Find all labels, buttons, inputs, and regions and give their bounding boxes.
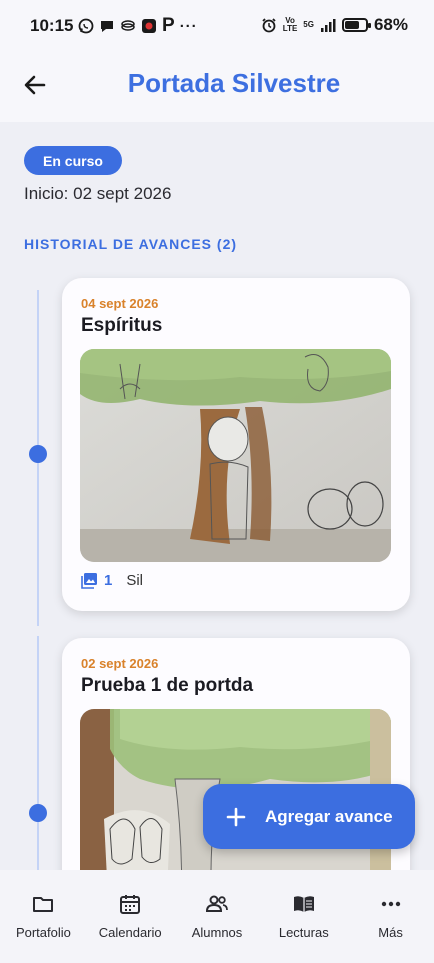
system-icons: Vo LTE 5G 68%: [261, 15, 408, 35]
status-time: 10:15: [30, 16, 74, 35]
bottom-navigation: Portafolio Calendario Alumnos Lecturas M…: [0, 870, 434, 963]
nav-label: Calendario: [98, 925, 162, 940]
whatsapp-icon: [78, 18, 94, 34]
battery-percent: 68%: [373, 15, 408, 34]
nav-item-mas[interactable]: Más: [347, 870, 434, 963]
network-5g-indicator: 5G: [303, 20, 314, 29]
nav-item-alumnos[interactable]: Alumnos: [174, 870, 261, 963]
nav-label: Lecturas: [278, 925, 329, 940]
image-icon: [81, 573, 97, 589]
battery-icon: [341, 18, 371, 32]
project-detail[interactable]: En curso Inicio: 02 sept 2026 HISTORIAL …: [0, 122, 434, 870]
nav-item-portafolio[interactable]: Portafolio: [0, 870, 87, 963]
page-title: Portada Silvestre: [127, 68, 341, 98]
students-icon: [205, 895, 228, 912]
entry-meta: 1 Sil: [81, 572, 143, 589]
alarm-icon: [262, 18, 276, 33]
nav-label: Alumnos: [191, 925, 243, 940]
calendar-icon: [120, 895, 141, 914]
folder-icon: [33, 897, 54, 912]
p-app-icon: P: [162, 15, 175, 36]
more-notifications-icon: ···: [179, 17, 198, 35]
entry-title: Prueba 1 de portda: [81, 675, 254, 696]
entry-title: Espíritus: [81, 315, 163, 336]
chat-bubble-icon: [101, 21, 113, 32]
more-icon: [381, 901, 400, 907]
timeline-line: [37, 636, 39, 870]
layers-icon: [121, 20, 135, 31]
entry-author: Sil: [126, 572, 144, 589]
volte-indicator: Vo LTE: [282, 16, 298, 33]
status-bar: 10:15 P ··· Vo LTE 5G 68%: [0, 0, 434, 52]
entry-date: 02 sept 2026: [81, 656, 159, 671]
status-badge: En curso: [24, 146, 122, 175]
book-icon: [293, 896, 314, 912]
app-bar: Portada Silvestre: [0, 52, 434, 122]
signal-icon: [320, 19, 336, 32]
timeline-dot: [29, 445, 47, 463]
start-date: Inicio: 02 sept 2026: [24, 184, 172, 203]
nav-label: Más: [378, 925, 403, 940]
add-progress-label: Agregar avance: [265, 806, 393, 826]
nav-item-lecturas[interactable]: Lecturas: [260, 870, 347, 963]
add-progress-button[interactable]: Agregar avance: [203, 784, 415, 849]
timeline-dot: [29, 804, 47, 822]
nav-label: Portafolio: [15, 925, 71, 940]
nav-item-calendario[interactable]: Calendario: [87, 870, 174, 963]
app-notification-icon: [142, 19, 156, 33]
entry-date: 04 sept 2026: [81, 296, 159, 311]
plus-icon: [226, 807, 246, 826]
photo-count: 1: [104, 572, 113, 589]
section-title: HISTORIAL DE AVANCES (2): [24, 236, 238, 252]
entry-photo[interactable]: [80, 349, 391, 562]
progress-entry-card[interactable]: 04 sept 2026 Espíritus 1 Sil: [62, 278, 410, 611]
notification-icons: P ···: [78, 15, 198, 37]
